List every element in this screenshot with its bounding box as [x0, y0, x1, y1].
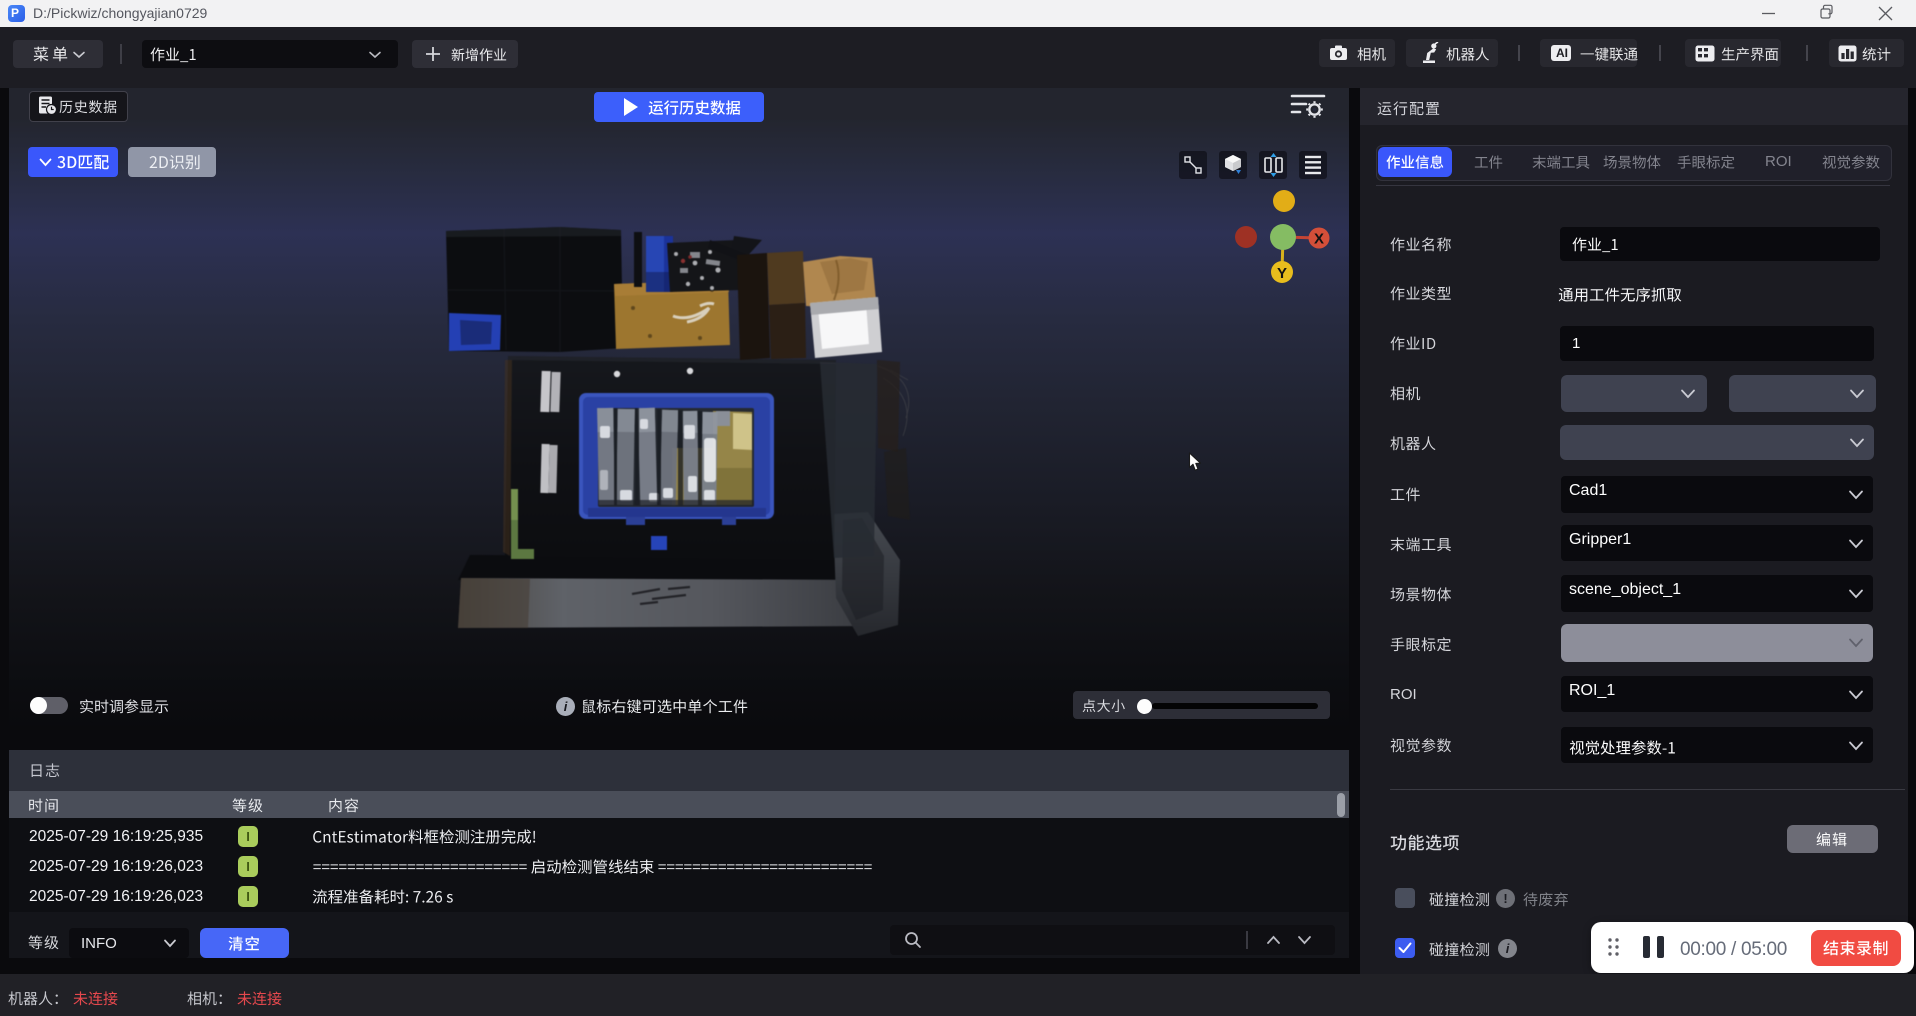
svg-text:X: X	[1314, 231, 1324, 248]
svg-text:Y: Y	[1277, 265, 1287, 282]
